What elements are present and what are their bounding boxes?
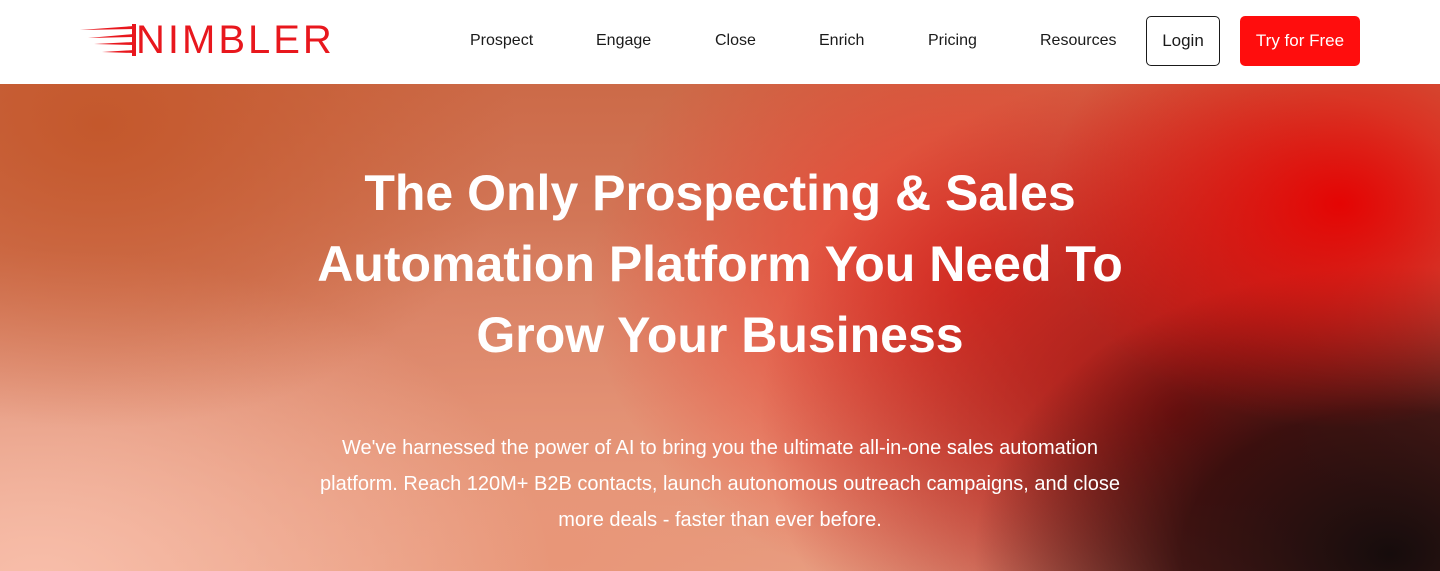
nav-resources[interactable]: Resources: [1040, 31, 1116, 51]
try-for-free-button[interactable]: Try for Free: [1240, 16, 1360, 66]
login-button[interactable]: Login: [1146, 16, 1220, 66]
speed-lines-icon: [80, 24, 136, 56]
nav-enrich[interactable]: Enrich: [819, 31, 864, 51]
hero-section: The Only Prospecting & Sales Automation …: [0, 84, 1440, 571]
hero-title: The Only Prospecting & Sales Automation …: [317, 165, 1123, 363]
nav-prospect[interactable]: Prospect: [470, 31, 533, 51]
nav-close[interactable]: Close: [715, 31, 756, 51]
nimbler-logo[interactable]: NIMBLER: [78, 20, 335, 60]
nav-pricing[interactable]: Pricing: [928, 31, 977, 51]
top-navbar: NIMBLER Prospect Engage Close Enrich Pri…: [0, 0, 1440, 84]
brand-name: NIMBLER: [136, 18, 335, 62]
hero-subtitle: We've harnessed the power of AI to bring…: [320, 437, 1120, 531]
nav-engage[interactable]: Engage: [596, 31, 651, 51]
